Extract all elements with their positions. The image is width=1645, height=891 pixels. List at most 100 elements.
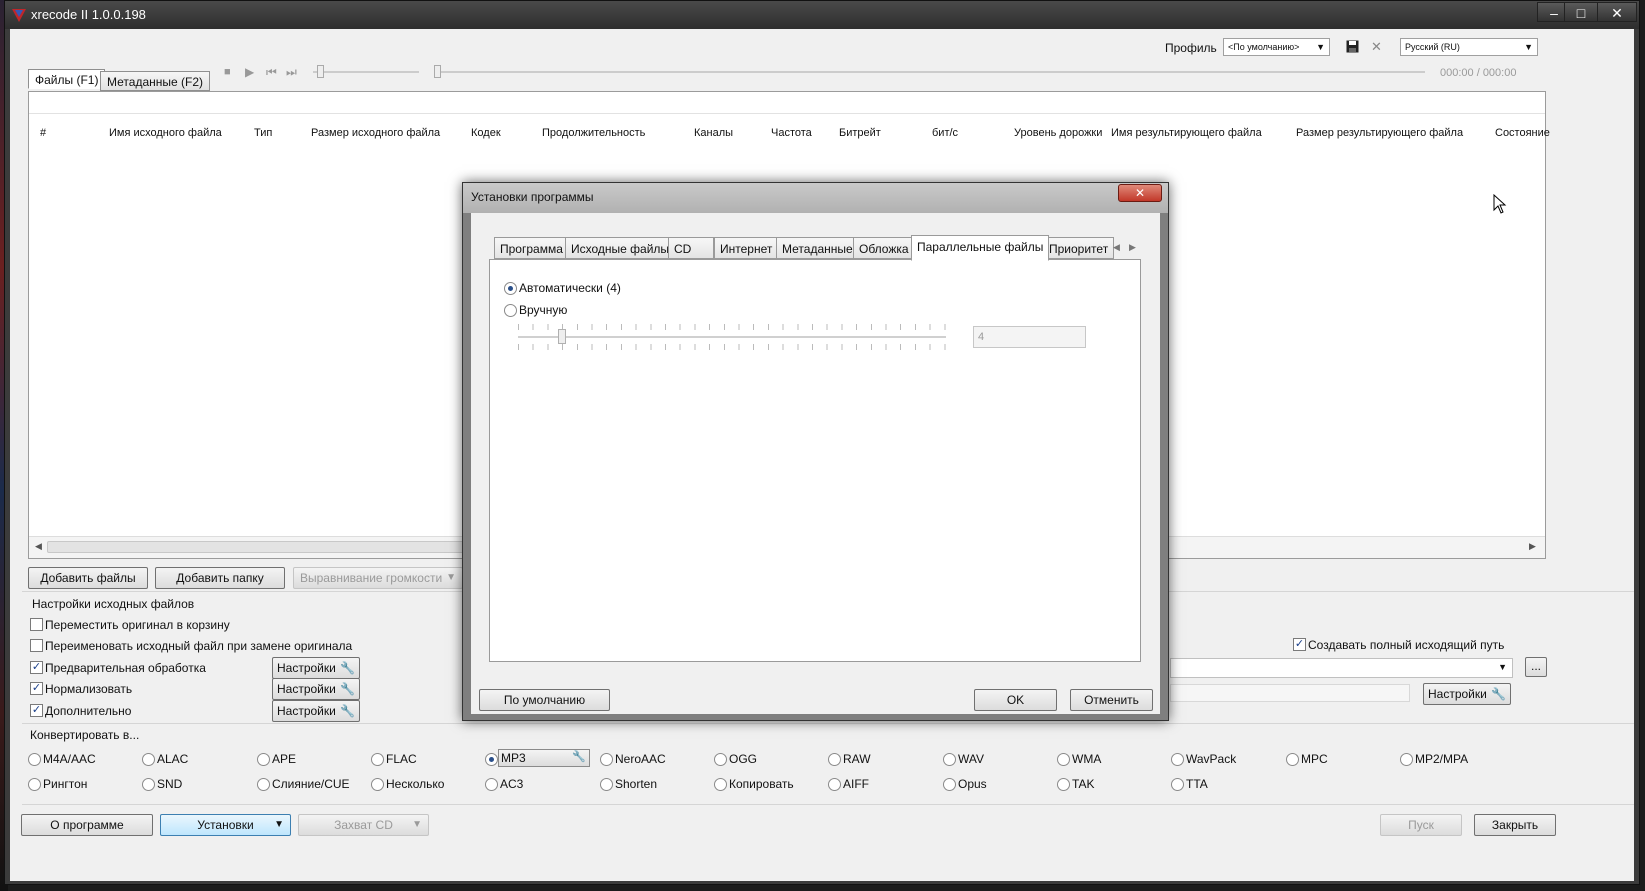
add-folder-button[interactable]: Добавить папку	[155, 567, 285, 589]
tab-metadata[interactable]: Метаданные	[776, 237, 859, 259]
threads-slider[interactable]	[518, 336, 946, 338]
add-files-button[interactable]: Добавить файлы	[28, 567, 148, 589]
threads-count-field[interactable]: 4	[973, 326, 1086, 348]
format-tak-radio[interactable]	[1057, 778, 1070, 791]
format-ogg-radio[interactable]	[714, 753, 727, 766]
format-raw-radio[interactable]	[828, 753, 841, 766]
tab-source-files[interactable]: Исходные файлы	[565, 237, 676, 259]
format-copy-radio[interactable]	[714, 778, 727, 791]
format-ac3-radio[interactable]	[485, 778, 498, 791]
maximize-button[interactable]: □	[1564, 2, 1598, 22]
format-opus-radio[interactable]	[943, 778, 956, 791]
col-bits[interactable]: бит/с	[932, 127, 958, 139]
tab-priority[interactable]: Приоритет	[1043, 237, 1115, 259]
close-button[interactable]: Закрыть	[1474, 814, 1556, 836]
format-aiff-radio[interactable]	[828, 778, 841, 791]
manual-radio[interactable]	[504, 304, 517, 317]
tab-scroll-right-icon[interactable]: ▶	[1129, 242, 1136, 253]
col-result-name[interactable]: Имя результирующего файла	[1111, 127, 1262, 139]
format-ape-radio[interactable]	[257, 753, 270, 766]
additional-checkbox[interactable]: ✓	[30, 704, 43, 717]
col-track-level[interactable]: Уровень дорожки	[1014, 127, 1102, 139]
col-source-name[interactable]: Имя исходного файла	[109, 127, 222, 139]
volume-leveling-button[interactable]: Выравнивание громкости ▼	[293, 567, 463, 589]
col-duration[interactable]: Продолжительность	[542, 127, 645, 139]
about-button[interactable]: О программе	[21, 814, 153, 836]
format-alac-radio[interactable]	[142, 753, 155, 766]
next-icon[interactable]: ⏭	[286, 65, 297, 80]
threads-slider-thumb[interactable]	[558, 329, 566, 344]
play-icon[interactable]: ▶	[245, 65, 254, 79]
format-flac-radio[interactable]	[371, 753, 384, 766]
format-m4a-radio[interactable]	[28, 753, 41, 766]
col-number[interactable]: #	[40, 127, 46, 139]
format-neroaac-radio[interactable]	[600, 753, 613, 766]
col-type[interactable]: Тип	[254, 127, 272, 139]
ok-button[interactable]: OK	[974, 689, 1057, 711]
tab-program[interactable]: Программа	[494, 237, 569, 259]
normalize-checkbox[interactable]: ✓	[30, 682, 43, 695]
preprocess-settings-button[interactable]: Настройки 🔧	[272, 657, 360, 679]
format-wavpack-radio[interactable]	[1171, 753, 1184, 766]
stop-icon[interactable]: ■	[224, 66, 231, 78]
col-bitrate[interactable]: Битрейт	[839, 127, 881, 139]
output-field[interactable]	[1170, 684, 1410, 702]
col-result-size[interactable]: Размер результирующего файла	[1296, 127, 1463, 139]
normalize-settings-button[interactable]: Настройки 🔧	[272, 678, 360, 700]
tab-parallel-files[interactable]: Параллельные файлы	[911, 235, 1050, 261]
format-mpc-radio[interactable]	[1286, 753, 1299, 766]
scrollbar-thumb[interactable]	[47, 541, 477, 553]
setup-label: Установки	[197, 818, 254, 832]
previous-icon[interactable]: ⏮	[266, 65, 277, 80]
tab-cover[interactable]: Обложка	[853, 237, 915, 259]
format-merge-cue-radio[interactable]	[257, 778, 270, 791]
tab-scroll-left-icon[interactable]: ◀	[1113, 242, 1120, 253]
dialog-close-button[interactable]: ✕	[1118, 184, 1162, 202]
scroll-left-icon[interactable]: ◀	[35, 541, 42, 552]
full-path-checkbox[interactable]: ✓	[1293, 638, 1306, 651]
col-codec[interactable]: Кодек	[471, 127, 501, 139]
defaults-button[interactable]: По умолчанию	[479, 689, 610, 711]
format-mp2-radio[interactable]	[1400, 753, 1413, 766]
save-profile-icon[interactable]	[1346, 40, 1359, 53]
format-multiple-radio[interactable]	[371, 778, 384, 791]
format-snd-radio[interactable]	[142, 778, 155, 791]
output-settings-button[interactable]: Настройки 🔧	[1423, 683, 1511, 705]
tab-internet[interactable]: Интернет	[714, 237, 779, 259]
tab-cd[interactable]: CD	[668, 237, 714, 259]
start-button[interactable]: Пуск	[1380, 814, 1462, 836]
col-channels[interactable]: Каналы	[694, 127, 733, 139]
setup-button[interactable]: Установки ▼	[160, 814, 291, 836]
output-folder-select[interactable]: ▼	[1170, 658, 1513, 678]
col-status[interactable]: Состояние	[1495, 127, 1550, 139]
tab-files[interactable]: Файлы (F1)	[28, 69, 106, 89]
move-to-trash-checkbox[interactable]	[30, 618, 43, 631]
browse-button[interactable]: ...	[1525, 657, 1547, 677]
col-source-size[interactable]: Размер исходного файла	[311, 127, 440, 139]
cd-grab-button[interactable]: Захват CD ▼	[298, 814, 429, 836]
auto-radio[interactable]	[504, 282, 517, 295]
additional-settings-button[interactable]: Настройки 🔧	[272, 700, 360, 722]
profile-select[interactable]: <По умолчанию> ▼	[1223, 38, 1330, 56]
format-wma-radio[interactable]	[1057, 753, 1070, 766]
seek-slider-thumb[interactable]	[434, 65, 441, 78]
format-mp3-radio[interactable]	[485, 753, 498, 766]
rename-source-checkbox[interactable]	[30, 639, 43, 652]
format-ringtone-radio[interactable]	[28, 778, 41, 791]
close-window-button[interactable]: ✕	[1597, 2, 1637, 22]
cancel-button[interactable]: Отменить	[1070, 689, 1153, 711]
format-tta-radio[interactable]	[1171, 778, 1184, 791]
mp3-settings-button[interactable]: MP3 🔧	[498, 749, 590, 767]
rename-source-label: Переименовать исходный файл при замене о…	[45, 639, 353, 653]
language-select[interactable]: Русский (RU) ▼	[1400, 38, 1538, 56]
volume-slider-thumb[interactable]	[317, 65, 324, 78]
col-frequency[interactable]: Частота	[771, 127, 812, 139]
format-wav-radio[interactable]	[943, 753, 956, 766]
scroll-right-icon[interactable]: ▶	[1529, 541, 1536, 552]
volume-slider[interactable]	[313, 71, 419, 73]
preprocess-checkbox[interactable]: ✓	[30, 661, 43, 674]
delete-profile-icon[interactable]: ✕	[1371, 39, 1382, 55]
format-shorten-radio[interactable]	[600, 778, 613, 791]
tab-metadata[interactable]: Метаданные (F2)	[100, 71, 210, 91]
seek-slider[interactable]	[435, 71, 1425, 73]
